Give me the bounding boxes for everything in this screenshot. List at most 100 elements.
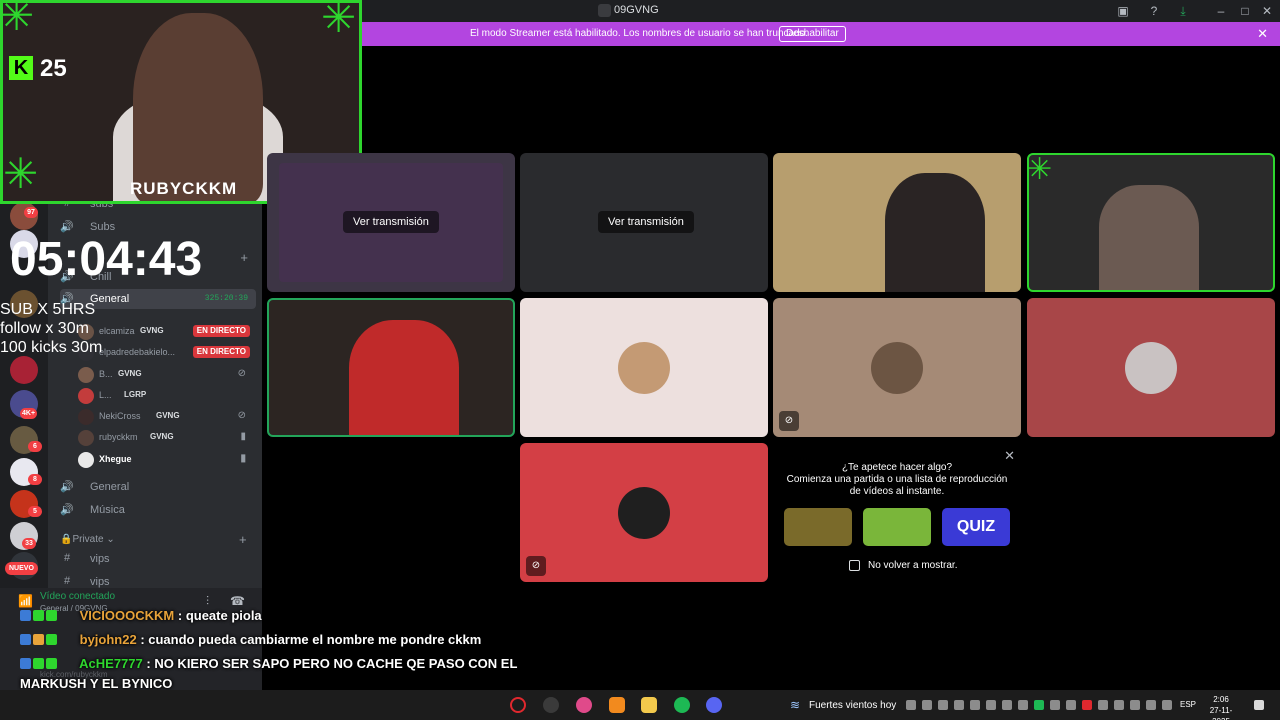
video-tile[interactable]: ⊘ [520, 443, 768, 582]
folder-icon[interactable] [641, 697, 657, 713]
app-icon[interactable] [609, 697, 625, 713]
video-tile[interactable] [773, 153, 1021, 292]
activity-card[interactable] [863, 508, 931, 546]
webcam-video [133, 13, 263, 201]
video-tile[interactable] [1027, 298, 1275, 437]
close-icon[interactable]: ✕ [1257, 26, 1268, 42]
chat-message: AcHE7777 : NO KIERO SER SAPO PERO NO CAC… [20, 656, 517, 671]
language-indicator[interactable]: ESP [1180, 700, 1196, 709]
badge-icons [20, 608, 76, 621]
notifications-icon[interactable] [1254, 700, 1264, 710]
help-icon[interactable]: ? [1145, 2, 1163, 20]
goal-line: follow x 30m [0, 320, 89, 337]
speaker-icon: 🔊 [60, 481, 74, 493]
stream-tile[interactable]: Ver transmisión [267, 153, 515, 292]
category-private[interactable]: 🔒Private ⌄ [60, 534, 115, 545]
discord-icon[interactable] [706, 697, 722, 713]
microphone-icon[interactable] [1114, 700, 1124, 710]
app-icon[interactable] [576, 697, 592, 713]
voice-user[interactable]: elcamiza GVNG EN DIRECTO [78, 322, 254, 342]
kick-logo-icon: K [9, 56, 33, 80]
voice-user[interactable]: B... GVNG ⊘ [78, 365, 254, 385]
opera-icon[interactable] [510, 697, 526, 713]
stream-tile[interactable]: Ver transmisión [520, 153, 768, 292]
hash-icon: # [63, 575, 71, 587]
battery-icon[interactable] [1162, 700, 1172, 710]
voice-user[interactable]: NekiCross GVNG ⊘ [78, 407, 254, 427]
weather-text[interactable]: Fuertes vientos hoy [809, 700, 896, 711]
window-title: 09GVNG [614, 4, 659, 16]
tray-icon[interactable] [938, 700, 948, 710]
chat-message: VICIOOOCKKM : queate piola [20, 608, 262, 623]
disable-streamer-mode-button[interactable]: Deshabilitar [779, 26, 846, 42]
server-icon[interactable] [10, 356, 38, 384]
quiz-activity-card[interactable]: QUIZ [942, 508, 1010, 546]
channel-general1[interactable]: 🔊 General [60, 477, 256, 497]
obs-icon[interactable] [543, 697, 559, 713]
call-duration: 325:20:39 [204, 294, 248, 303]
tray-icon[interactable] [986, 700, 996, 710]
tray-icon[interactable] [1050, 700, 1060, 710]
avatar [78, 430, 94, 446]
minimize-button[interactable]: – [1212, 2, 1230, 20]
dont-show-checkbox[interactable] [849, 560, 860, 571]
dont-show-label: No volver a mostrar. [868, 560, 958, 571]
voice-user[interactable]: L... LGRP [78, 386, 254, 406]
discord-window: 09GVNG ▣ ? ⤓ – □ ✕ El modo Streamer está… [0, 0, 1280, 720]
voice-user[interactable]: elpadredebakielo... EN DIRECTO [78, 343, 254, 363]
live-badge: EN DIRECTO [192, 346, 250, 358]
noise-suppression-icon[interactable]: ⫶ [206, 594, 209, 609]
add-channel-icon[interactable]: + [240, 250, 248, 265]
voice-user[interactable]: Xhegue ▮ [78, 450, 254, 470]
channel-musica[interactable]: 🔊 Música [60, 500, 256, 520]
add-channel-icon[interactable]: + [239, 532, 247, 547]
spotify-icon[interactable] [674, 697, 690, 713]
avatar [78, 452, 94, 468]
volume-icon[interactable] [1146, 700, 1156, 710]
video-tile[interactable] [520, 298, 768, 437]
user-tag: GVNG [150, 432, 174, 441]
video-tile[interactable]: ⊘ [773, 298, 1021, 437]
avatar [78, 388, 94, 404]
tray-icon[interactable] [970, 700, 980, 710]
user-tag: GVNG [156, 411, 180, 420]
subathon-goals: SUB X 5HRS follow x 30m 100 kicks 30m [0, 300, 102, 357]
badge-icons [20, 632, 76, 645]
avatar [78, 367, 94, 383]
goal-line: SUB X 5HRS [0, 301, 96, 318]
tray-icon[interactable] [1082, 700, 1092, 710]
tray-icon[interactable] [906, 700, 916, 710]
leaf-decoration-icon: ✳ [3, 150, 39, 197]
mention-badge: 4K+ [20, 408, 38, 419]
watch-stream-button[interactable]: Ver transmisión [598, 211, 694, 233]
muted-icon: ⊘ [237, 410, 246, 421]
inbox-icon[interactable]: ▣ [1114, 2, 1132, 20]
streamer-name: RUBYCKKM [130, 179, 238, 198]
video-tile[interactable]: ✳ [1027, 153, 1275, 292]
leaf-decoration-icon: ✳ [1027, 153, 1053, 186]
activity-card[interactable] [784, 508, 852, 546]
streamer-mode-banner: El modo Streamer está habilitado. Los no… [362, 22, 1280, 46]
disconnect-icon[interactable]: ☎ [230, 594, 245, 608]
tray-icon[interactable] [1002, 700, 1012, 710]
watch-stream-button[interactable]: Ver transmisión [343, 211, 439, 233]
tray-icon[interactable] [1018, 700, 1028, 710]
voice-user[interactable]: rubyckkm GVNG ▮ [78, 428, 254, 448]
channel-vips[interactable]: # vips [60, 549, 256, 569]
tray-icon[interactable] [954, 700, 964, 710]
clock[interactable]: 2:06 27-11-2025 [1204, 694, 1238, 720]
mention-badge: 6 [28, 441, 42, 452]
video-tile-speaking[interactable] [267, 298, 515, 437]
tray-icon[interactable] [922, 700, 932, 710]
camera-icon: ▮ [240, 431, 246, 442]
close-button[interactable]: ✕ [1258, 2, 1276, 20]
mention-badge: 97 [24, 207, 38, 218]
tray-icon[interactable] [1098, 700, 1108, 710]
webcam-video [349, 320, 459, 435]
webcam-video [885, 173, 985, 292]
download-icon[interactable]: ⤓ [1174, 2, 1192, 20]
maximize-button[interactable]: □ [1236, 2, 1254, 20]
tray-icon[interactable] [1066, 700, 1076, 710]
network-icon[interactable] [1130, 700, 1140, 710]
tray-icon[interactable] [1034, 700, 1044, 710]
